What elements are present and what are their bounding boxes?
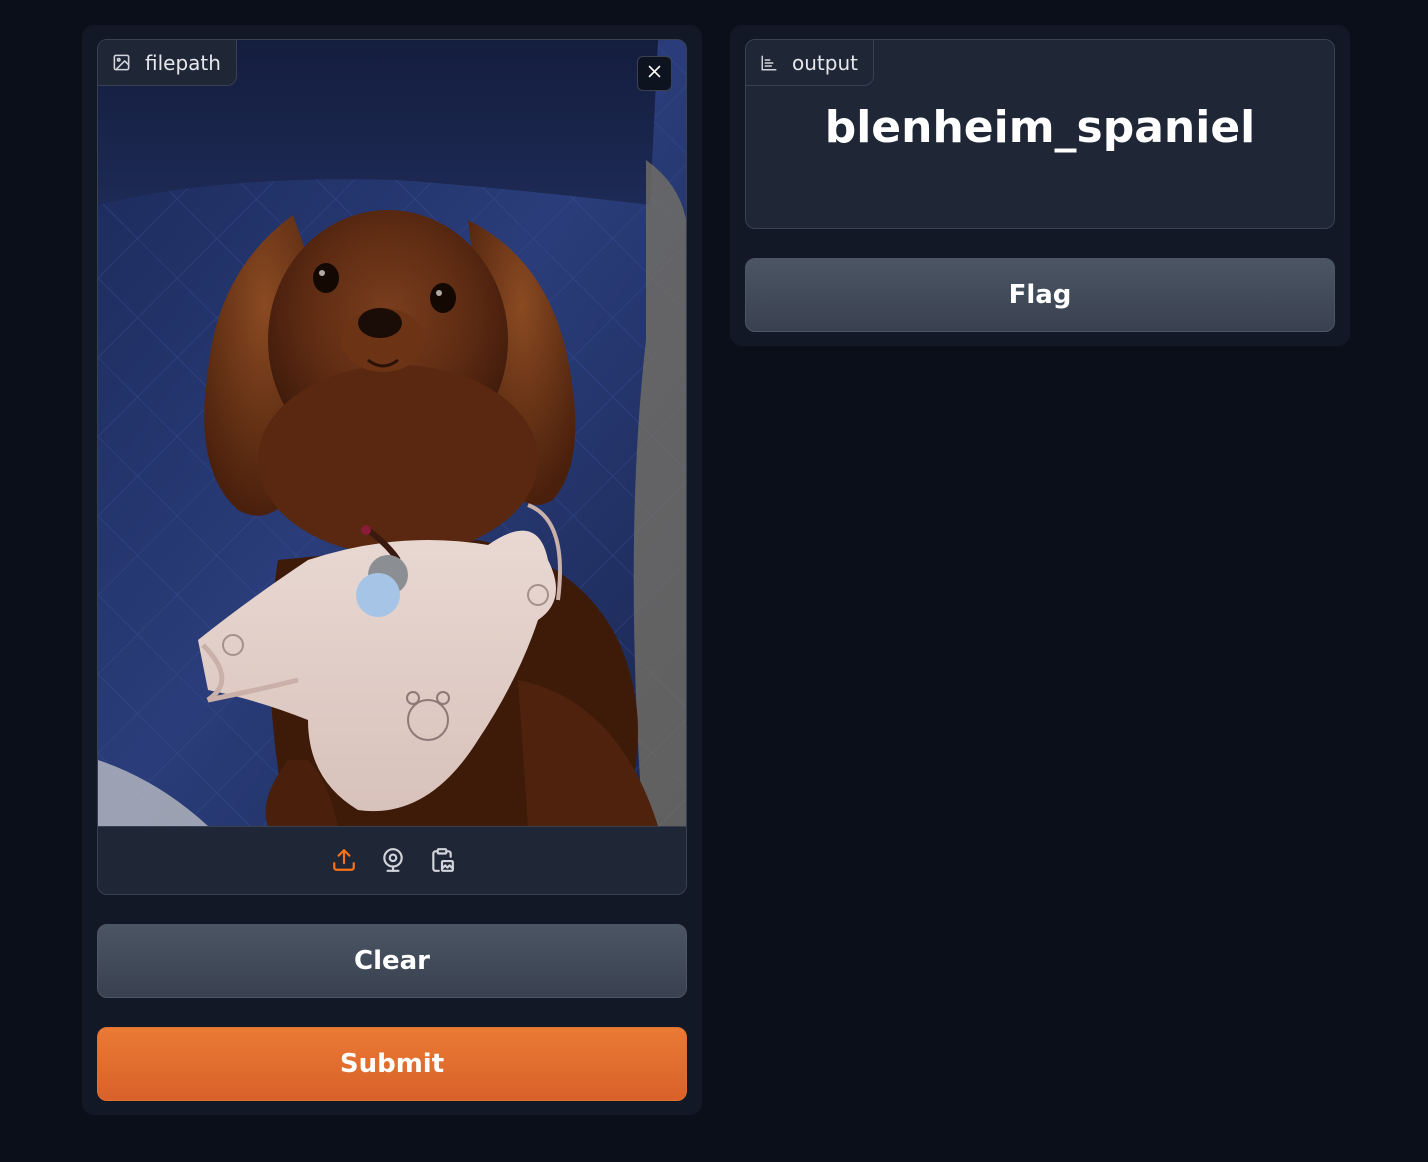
webcam-icon bbox=[380, 847, 406, 877]
dog-photo bbox=[98, 40, 686, 826]
image-input-label: filepath bbox=[98, 40, 237, 86]
flag-button[interactable]: Flag bbox=[745, 258, 1335, 332]
image-input-label-text: filepath bbox=[145, 50, 221, 75]
bar-chart-icon bbox=[760, 54, 778, 72]
clear-image-button[interactable] bbox=[637, 56, 672, 91]
submit-button[interactable]: Submit bbox=[97, 1027, 687, 1101]
input-panel: filepath Clear Submit bbox=[82, 25, 702, 1115]
output-label: output bbox=[746, 40, 874, 86]
predicted-label: blenheim_spaniel bbox=[824, 102, 1256, 153]
image-source-selector bbox=[98, 826, 686, 894]
clipboard-button[interactable] bbox=[427, 846, 458, 877]
label-output: output blenheim_spaniel bbox=[745, 39, 1335, 229]
webcam-button[interactable] bbox=[378, 846, 409, 877]
upload-icon bbox=[331, 847, 357, 877]
close-icon bbox=[646, 63, 663, 84]
image-icon bbox=[112, 53, 131, 72]
image-input[interactable]: filepath bbox=[97, 39, 687, 895]
output-panel: output blenheim_spaniel Flag bbox=[730, 25, 1350, 346]
uploaded-image bbox=[98, 40, 686, 826]
upload-button[interactable] bbox=[329, 846, 360, 877]
clipboard-icon bbox=[429, 847, 455, 877]
clear-button[interactable]: Clear bbox=[97, 924, 687, 998]
output-label-text: output bbox=[792, 50, 858, 75]
